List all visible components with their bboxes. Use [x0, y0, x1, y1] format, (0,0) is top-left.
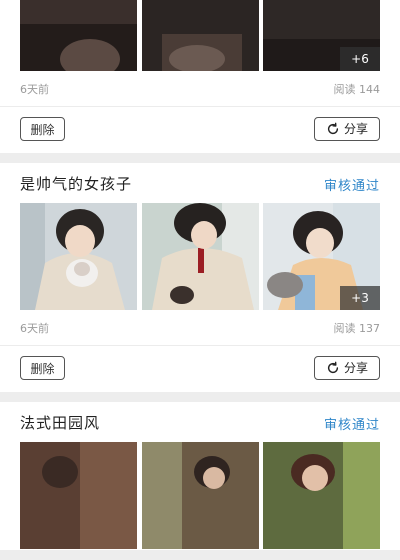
post-thumbnails: +6 [20, 0, 380, 72]
post-photo[interactable] [20, 203, 137, 310]
post-date: 6天前 [20, 322, 49, 335]
more-photos-badge[interactable]: +6 [340, 47, 380, 71]
post-photo[interactable] [142, 203, 259, 310]
post-photo[interactable] [142, 442, 259, 549]
post-photo[interactable] [142, 0, 259, 71]
post-photo[interactable] [20, 0, 137, 71]
post-photo[interactable]: +3 [263, 203, 380, 310]
post-title: 是帅气的女孩子 [20, 175, 133, 193]
post-title-row: 法式田园风 审核通过 [0, 402, 400, 442]
share-button-label: 分享 [343, 122, 368, 136]
post-read-count: 阅读 144 [333, 83, 381, 96]
delete-button[interactable]: 删除 [20, 356, 65, 380]
post-card: +6 6天前 阅读 144 删除 分享 [0, 0, 400, 153]
refresh-share-icon [327, 122, 339, 135]
refresh-share-icon [327, 361, 339, 374]
post-thumbnails [20, 442, 380, 550]
post-actions: 删除 分享 [0, 107, 400, 153]
post-actions: 删除 分享 [0, 346, 400, 392]
more-photos-badge[interactable]: +3 [340, 286, 380, 310]
post-feed: +6 6天前 阅读 144 删除 分享 是帅气的女孩子 审核通过 +3 6天前 … [0, 0, 400, 560]
post-meta: 6天前 阅读 137 [0, 311, 400, 346]
post-title-row: 是帅气的女孩子 审核通过 [0, 163, 400, 203]
post-status[interactable]: 审核通过 [324, 175, 380, 194]
share-button-label: 分享 [343, 361, 368, 375]
share-button[interactable]: 分享 [314, 117, 380, 141]
post-photo[interactable] [263, 442, 380, 549]
post-title: 法式田园风 [20, 414, 101, 432]
post-photo[interactable]: +6 [263, 0, 380, 71]
share-button[interactable]: 分享 [314, 356, 380, 380]
post-meta: 6天前 阅读 144 [0, 72, 400, 107]
delete-button[interactable]: 删除 [20, 117, 65, 141]
post-card: 是帅气的女孩子 审核通过 +3 6天前 阅读 137 删除 分享 [0, 163, 400, 392]
post-status[interactable]: 审核通过 [324, 414, 380, 433]
post-photo[interactable] [20, 442, 137, 549]
post-thumbnails: +3 [20, 203, 380, 311]
post-date: 6天前 [20, 83, 49, 96]
post-read-count: 阅读 137 [333, 322, 381, 335]
post-card: 法式田园风 审核通过 [0, 402, 400, 550]
